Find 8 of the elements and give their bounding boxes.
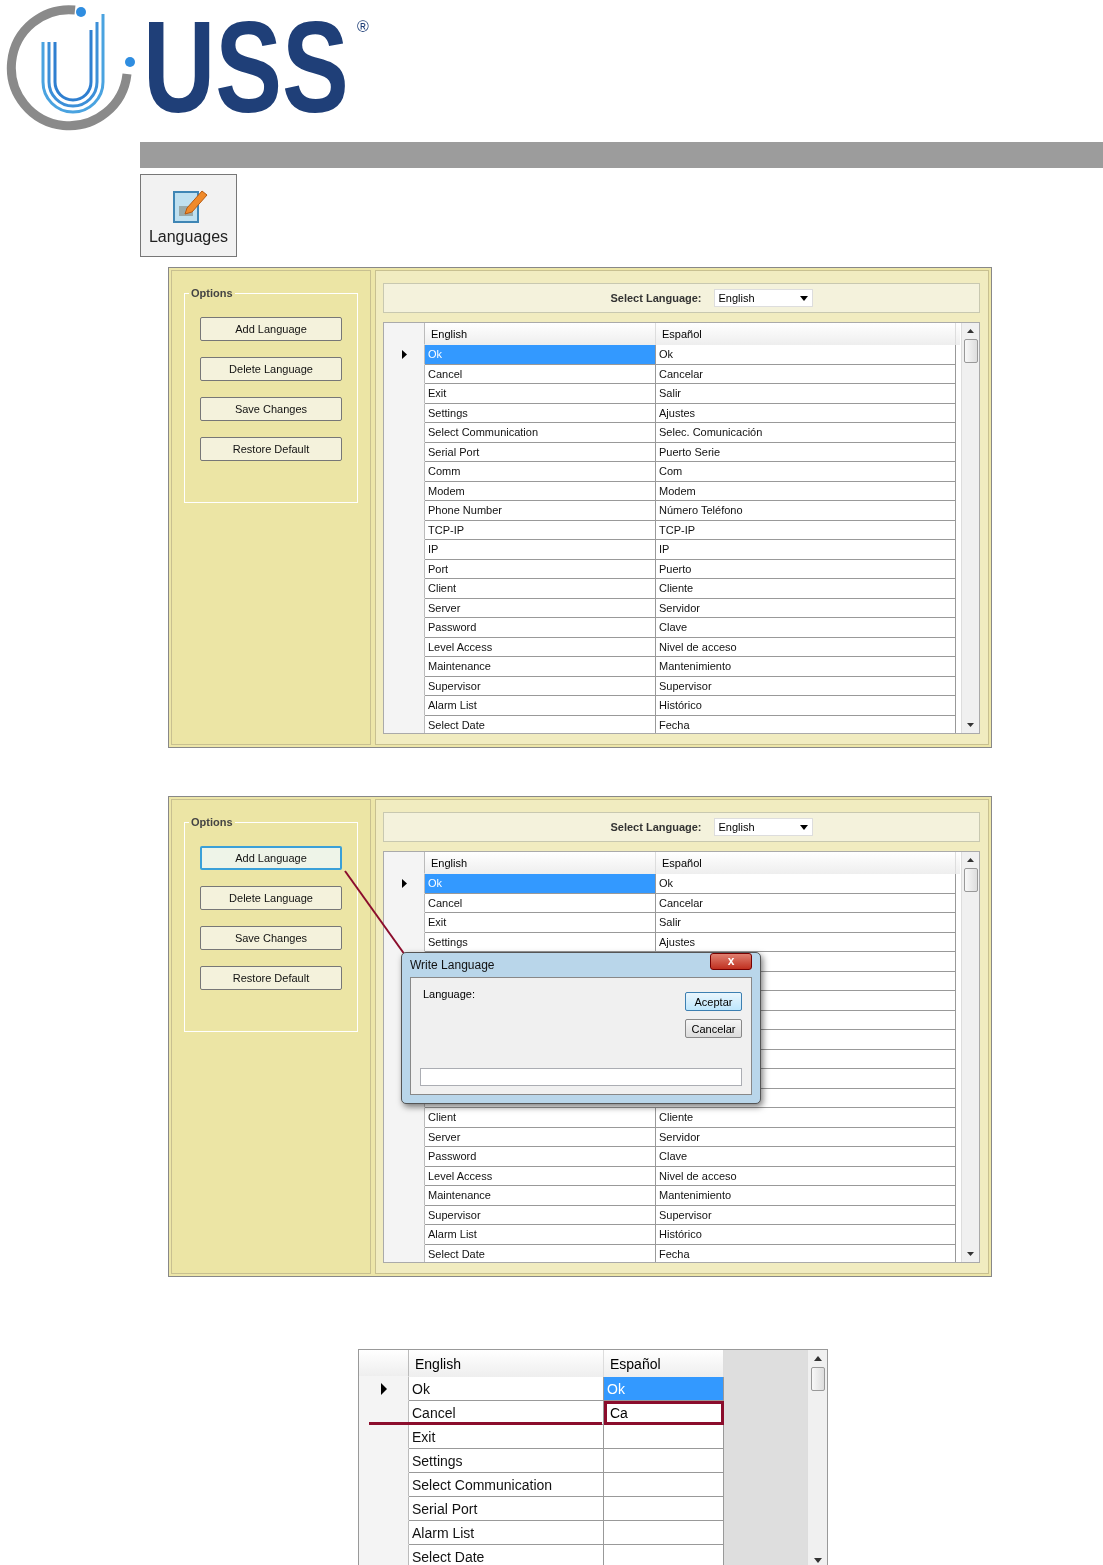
dialog-title: Write Language	[410, 958, 495, 972]
registered-mark: ®	[357, 18, 369, 36]
group-title: Options	[190, 816, 234, 828]
select-label: Select Language:	[610, 292, 702, 304]
logo-wordmark: USS	[143, 0, 349, 140]
group-title: Options	[190, 287, 234, 299]
select-label: Select Language:	[610, 821, 702, 833]
field-label: Language:	[423, 988, 475, 1002]
